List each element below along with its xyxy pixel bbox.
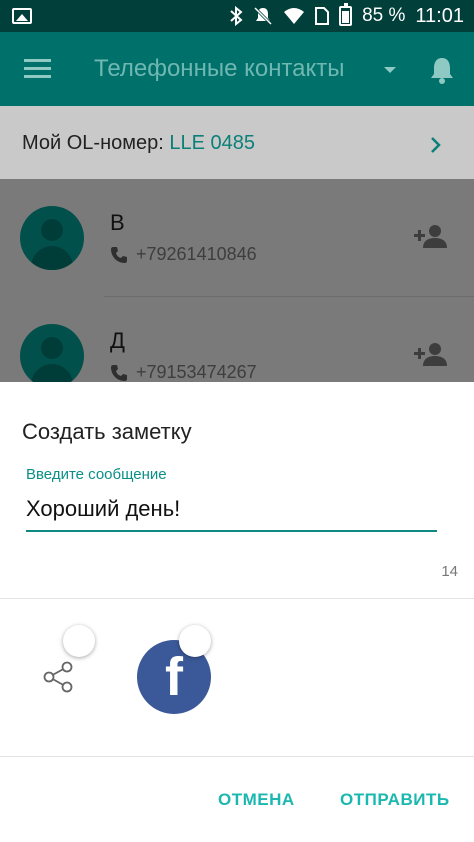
message-input[interactable] bbox=[26, 492, 437, 532]
avatar bbox=[20, 206, 84, 270]
mute-icon bbox=[254, 6, 273, 26]
share-toggle[interactable] bbox=[63, 625, 95, 657]
cancel-button[interactable]: ОТМЕНА bbox=[218, 790, 295, 810]
contact-name: В bbox=[110, 210, 125, 235]
dialog-title: Создать заметку bbox=[22, 419, 192, 444]
no-sim-icon bbox=[315, 7, 330, 25]
gallery-icon bbox=[12, 8, 32, 24]
avatar bbox=[20, 324, 84, 382]
menu-icon[interactable] bbox=[24, 59, 51, 79]
list-item[interactable]: Д +79153474267 bbox=[0, 297, 474, 382]
chevron-right-icon[interactable] bbox=[430, 136, 442, 154]
share-icon bbox=[43, 661, 73, 693]
battery-icon bbox=[339, 3, 353, 26]
create-note-dialog: Создать заметку Введите сообщение 14 f О… bbox=[0, 382, 474, 842]
status-bar: 85 % 11:01 bbox=[0, 0, 474, 32]
my-number-row[interactable]: Мой OL-номер: LLE 0485 bbox=[0, 106, 474, 179]
dropdown-caret-icon[interactable] bbox=[384, 67, 396, 73]
facebook-toggle[interactable] bbox=[179, 625, 211, 657]
contacts-list: В +79261410846 Д +79153474267 bbox=[0, 179, 474, 382]
contact-phone: +79261410846 bbox=[136, 244, 257, 264]
contact-name: Д bbox=[110, 328, 125, 353]
bell-icon[interactable] bbox=[428, 55, 456, 85]
char-counter: 14 bbox=[441, 563, 458, 580]
page-title[interactable]: Телефонные контакты bbox=[94, 55, 345, 83]
clock: 11:01 bbox=[415, 4, 464, 27]
divider bbox=[0, 598, 474, 599]
app-bar: Телефонные контакты bbox=[0, 32, 474, 106]
list-item[interactable]: В +79261410846 bbox=[0, 179, 474, 297]
phone-icon bbox=[111, 365, 127, 381]
add-person-icon[interactable] bbox=[414, 342, 448, 366]
battery-percent: 85 % bbox=[362, 5, 406, 26]
my-number-value: LLE 0485 bbox=[169, 132, 255, 154]
contact-phone: +79153474267 bbox=[136, 362, 257, 382]
wifi-icon bbox=[284, 8, 305, 24]
add-person-icon[interactable] bbox=[414, 224, 448, 248]
bluetooth-icon bbox=[230, 6, 243, 26]
divider bbox=[0, 756, 474, 757]
send-button[interactable]: ОТПРАВИТЬ bbox=[340, 790, 450, 810]
my-number-label: Мой OL-номер: bbox=[22, 132, 170, 154]
phone-icon bbox=[111, 247, 127, 263]
message-field-label: Введите сообщение bbox=[26, 466, 167, 483]
